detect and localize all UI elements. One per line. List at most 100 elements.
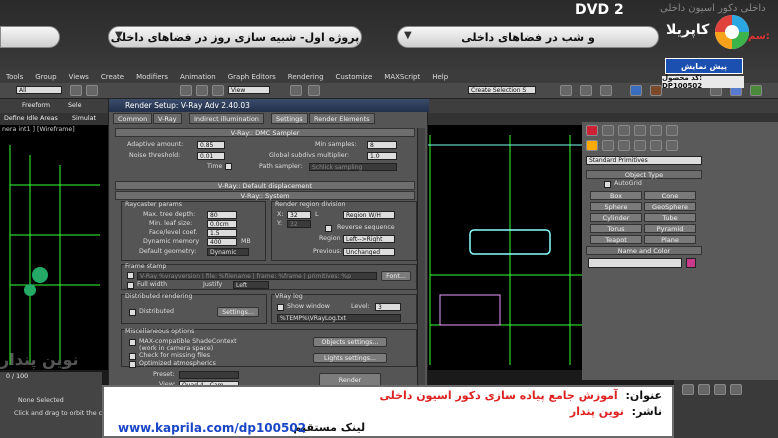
menu-help[interactable]: Help xyxy=(426,73,454,81)
tab-vray[interactable]: V-Ray xyxy=(153,113,182,124)
tube-button[interactable]: Tube xyxy=(644,213,696,222)
lesson-title-pill[interactable]: ▼ و شب در فضاهای داخلی xyxy=(397,26,659,48)
tab-indirect-illumination[interactable]: Indirect illumination xyxy=(189,113,264,124)
define-idle-areas[interactable]: Define Idle Areas xyxy=(4,115,58,122)
named-selection-dropdown[interactable]: Create Selection S xyxy=(468,86,536,94)
pan-icon[interactable] xyxy=(730,384,742,395)
path-sampler-dropdown[interactable]: Schlick sampling xyxy=(309,163,397,171)
lights-settings-button[interactable]: Lights settings... xyxy=(313,353,387,363)
info-link[interactable]: www.kaprila.com/dp100502 xyxy=(118,421,306,435)
select-rotate-icon[interactable] xyxy=(196,85,208,96)
log-path-field[interactable]: %TEMP%\VRayLog.txt xyxy=(277,314,401,322)
default-geom-dropdown[interactable]: Dynamic xyxy=(207,248,249,256)
render-setup-icon[interactable] xyxy=(650,85,662,96)
modify-tab-icon[interactable] xyxy=(602,125,614,136)
y-field[interactable]: 32 xyxy=(287,220,311,228)
noise-threshold-field[interactable]: 0.01 xyxy=(197,152,225,160)
dynamic-mem-field[interactable]: 400 xyxy=(207,238,237,246)
previous-dropdown[interactable]: Unchanged xyxy=(343,248,395,256)
shapes-icon[interactable] xyxy=(602,140,614,151)
undo-icon[interactable] xyxy=(70,85,82,96)
select-move-icon[interactable] xyxy=(180,85,192,96)
layer-icon[interactable] xyxy=(600,85,612,96)
geometry-icon[interactable] xyxy=(586,140,598,151)
min-samples-field[interactable]: 8 xyxy=(367,141,397,149)
optimized-checkbox[interactable] xyxy=(129,361,136,368)
pyramid-button[interactable]: Pyramid xyxy=(644,224,696,233)
mirror-icon[interactable] xyxy=(560,85,572,96)
create-tab-icon[interactable] xyxy=(586,125,598,136)
global-mult-field[interactable]: 1.0 xyxy=(367,152,397,160)
select-scale-icon[interactable] xyxy=(212,85,224,96)
reverse-seq-checkbox[interactable] xyxy=(325,225,332,232)
distributed-settings-button[interactable]: Settings... xyxy=(217,307,259,317)
primitives-dropdown[interactable]: Standard Primitives xyxy=(586,156,702,165)
reference-coord-dropdown[interactable]: View xyxy=(228,86,270,94)
max-compat-checkbox[interactable] xyxy=(129,339,136,346)
system-rollout[interactable]: V-Ray:: System xyxy=(115,191,415,200)
preset-dropdown[interactable] xyxy=(179,371,239,379)
teapot-button[interactable]: Teapot xyxy=(590,235,642,244)
min-leaf-field[interactable]: 0.0cm xyxy=(207,220,237,228)
left-pill[interactable] xyxy=(0,26,60,48)
dialog-title[interactable]: Render Setup: V-Ray Adv 2.40.03 xyxy=(109,99,429,112)
objects-settings-button[interactable]: Objects settings... xyxy=(313,337,387,347)
tab-settings[interactable]: Settings xyxy=(271,113,308,124)
menu-modifiers[interactable]: Modifiers xyxy=(130,73,174,81)
spacewarps-icon[interactable] xyxy=(666,140,678,151)
simulate-button[interactable]: Simulat xyxy=(72,115,96,122)
full-width-checkbox[interactable] xyxy=(127,282,134,289)
name-color-rollout[interactable]: Name and Color xyxy=(586,246,702,255)
distributed-checkbox[interactable] xyxy=(129,309,136,316)
lights-icon[interactable] xyxy=(618,140,630,151)
tab-common[interactable]: Common xyxy=(113,113,153,124)
cone-button[interactable]: Cone xyxy=(644,191,696,200)
menu-views[interactable]: Views xyxy=(63,73,95,81)
menu-create[interactable]: Create xyxy=(95,73,130,81)
region-wh-dropdown[interactable]: Region W/H xyxy=(343,211,395,219)
selection-filter-dropdown[interactable]: All xyxy=(16,86,62,94)
sphere-button[interactable]: Sphere xyxy=(590,202,642,211)
max-tree-field[interactable]: 80 xyxy=(207,211,237,219)
utilities-tab-icon[interactable] xyxy=(666,125,678,136)
justify-dropdown[interactable]: Left xyxy=(233,281,269,289)
font-button[interactable]: Font... xyxy=(381,271,411,281)
dmc-sampler-rollout[interactable]: V-Ray:: DMC Sampler xyxy=(115,128,415,137)
hierarchy-tab-icon[interactable] xyxy=(618,125,630,136)
geosphere-button[interactable]: GeoSphere xyxy=(644,202,696,211)
cameras-icon[interactable] xyxy=(634,140,646,151)
check-missing-checkbox[interactable] xyxy=(129,353,136,360)
menu-tools[interactable]: Tools xyxy=(0,73,29,81)
ribbon-freeform[interactable]: Freeform xyxy=(22,102,50,109)
dialog-scrollbar[interactable] xyxy=(417,128,425,386)
menu-animation[interactable]: Animation xyxy=(174,73,222,81)
helpers-icon[interactable] xyxy=(650,140,662,151)
box-button[interactable]: Box xyxy=(590,191,642,200)
material-editor-icon[interactable] xyxy=(630,85,642,96)
adaptive-amount-field[interactable]: 0.85 xyxy=(197,141,225,149)
angle-snap-icon[interactable] xyxy=(308,85,320,96)
tab-render-elements[interactable]: Render Elements xyxy=(309,113,375,124)
face-level-field[interactable]: 1.5 xyxy=(207,229,237,237)
object-type-rollout[interactable]: Object Type xyxy=(586,170,702,179)
ribbon-select[interactable]: Sele xyxy=(68,102,82,109)
frame-stamp-checkbox[interactable] xyxy=(127,272,134,279)
object-name-field[interactable] xyxy=(588,258,682,268)
course-title-pill[interactable]: ▼ پروژه اول- شبیه سازی روز در فضاهای داخ… xyxy=(108,26,362,48)
color-swatch[interactable] xyxy=(686,258,696,268)
x-field[interactable]: 32 xyxy=(287,211,311,219)
frame-stamp-field[interactable]: V-Ray %vrayversion | file: %filename | f… xyxy=(137,272,377,280)
menu-maxscript[interactable]: MAXScript xyxy=(378,73,426,81)
quick-render-icon[interactable] xyxy=(750,85,762,96)
menu-customize[interactable]: Customize xyxy=(330,73,379,81)
frame-counter[interactable]: 0 / 100 xyxy=(6,373,28,380)
align-icon[interactable] xyxy=(580,85,592,96)
next-frame-icon[interactable] xyxy=(698,384,710,395)
cylinder-button[interactable]: Cylinder xyxy=(590,213,642,222)
default-displacement-rollout[interactable]: V-Ray:: Default displacement xyxy=(115,181,415,190)
show-window-checkbox[interactable] xyxy=(277,304,284,311)
motion-tab-icon[interactable] xyxy=(634,125,646,136)
display-tab-icon[interactable] xyxy=(650,125,662,136)
zoom-icon[interactable] xyxy=(714,384,726,395)
snap-icon[interactable] xyxy=(290,85,302,96)
